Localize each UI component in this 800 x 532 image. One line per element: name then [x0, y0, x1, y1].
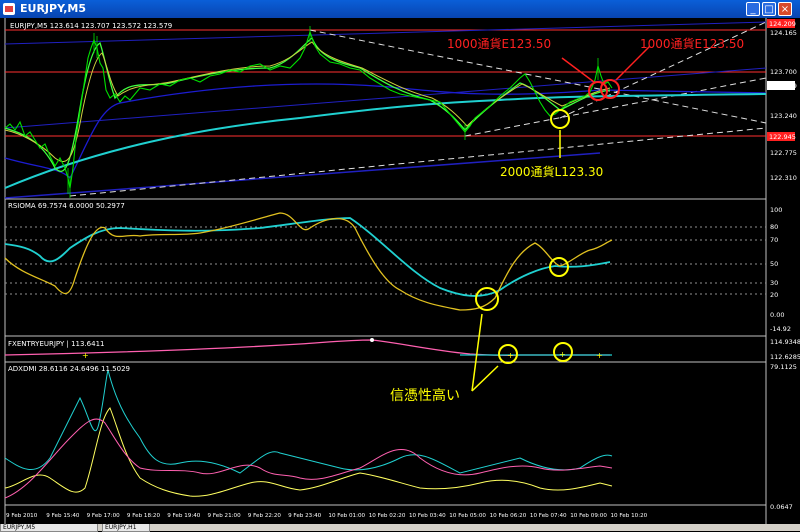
- price-axis-label: 122.310: [770, 174, 797, 182]
- fxentry-axis-label: 114.9348: [770, 338, 800, 346]
- adx-minus-di: [4, 407, 613, 497]
- maximize-button[interactable]: □: [762, 2, 776, 16]
- rsioma-axis-label: 50: [770, 260, 778, 268]
- rsioma-axis-label: 30: [770, 279, 778, 287]
- arrow-sell-1: [561, 57, 595, 83]
- time-axis: 9 Feb 2010 9 Feb 15:40 9 Feb 17:00 9 Feb 18…: [6, 513, 648, 519]
- rsioma-axis-label: 100: [770, 206, 782, 214]
- note-arrow-1: [471, 365, 499, 392]
- time-axis-label: 9 Feb 23:40: [288, 513, 322, 519]
- time-axis-label: 9 Feb 19:40: [167, 513, 201, 519]
- adx-axis: 79.1125 0.0647: [770, 363, 797, 511]
- rsioma-axis: 100 80 70 50 30 20 0.00 -14.92: [770, 206, 791, 333]
- arrow-sell-2: [615, 45, 651, 81]
- fxentry-axis-label: 112.6285: [770, 353, 800, 361]
- channel-mid: [4, 67, 767, 129]
- ma-green: [4, 36, 611, 172]
- time-axis-label: 10 Feb 05:00: [449, 513, 486, 519]
- rsioma-axis-label: 70: [770, 236, 778, 244]
- rsioma-axis-label: 80: [770, 223, 778, 231]
- time-axis-label: 9 Feb 18:20: [127, 513, 161, 519]
- reliability-note: 信憑性高い: [390, 387, 460, 404]
- rsioma-axis-label: 0.00: [770, 311, 784, 319]
- chart-area[interactable]: EURJPY,M5 123.614 123.707 123.572 123.57…: [0, 18, 800, 524]
- time-axis-label: 9 Feb 15:40: [46, 513, 80, 519]
- price-axis-label: 123.240: [770, 112, 797, 120]
- note-arrow-2: [471, 313, 483, 392]
- rsioma-info: RSIOMA 69.7574 6.0000 50.2977: [8, 202, 125, 210]
- adx-axis-label: 0.0647: [770, 503, 793, 511]
- rsioma-axis-label: 20: [770, 291, 778, 299]
- time-axis-label: 9 Feb 2010: [6, 513, 38, 519]
- main-info: EURJPY,M5 123.614 123.707 123.572 123.57…: [10, 22, 172, 30]
- adx-panel: ADXDMI 28.6116 24.6496 11.5029 79.1125 0.…: [4, 363, 797, 511]
- adx-axis-label: 79.1125: [770, 363, 797, 371]
- minimize-button[interactable]: _: [746, 2, 760, 16]
- time-axis-label: 9 Feb 22:20: [248, 513, 282, 519]
- rsioma-axis-label: -14.92: [770, 325, 791, 333]
- high-price-tag-label: 124.209: [769, 20, 796, 28]
- price-panel: EURJPY,M5 123.614 123.707 123.572 123.57…: [4, 19, 797, 199]
- time-axis-label: 10 Feb 03:40: [409, 513, 446, 519]
- bottom-tab-bar: EURJPY,M5 EURJPY,H1: [0, 524, 800, 532]
- trendline-long: [69, 127, 767, 197]
- annotation-sell-2: 1000通貨E123.50: [640, 36, 744, 51]
- price-axis-label: 122.775: [770, 149, 797, 157]
- price-axis-label: 123.700: [770, 68, 797, 76]
- svg-text:+: +: [559, 350, 566, 359]
- rsioma-panel: RSIOMA 69.7574 6.0000 50.2977 100 80 70 50 3…: [4, 202, 791, 333]
- trendline-up-1: [464, 77, 767, 137]
- annotation-buy: 2000通貨L123.30: [500, 164, 603, 179]
- annotation-sell-1: 1000通貨E123.50: [447, 36, 551, 51]
- fxentry-axis: 114.9348 112.6285: [770, 338, 800, 361]
- time-axis-label: 10 Feb 06:20: [490, 513, 527, 519]
- time-axis-label: 9 Feb 17:00: [87, 513, 121, 519]
- current-price-tag: [767, 81, 795, 90]
- ma-cyan: [4, 93, 767, 189]
- time-axis-label: 10 Feb 09:00: [570, 513, 607, 519]
- time-axis-label: 10 Feb 07:40: [530, 513, 567, 519]
- fxentry-panel: + + + + FXENTRYEURJPY | 113.6411 114.934…: [4, 338, 800, 364]
- window-titlebar: EURJPY,M5 _ □ ×: [0, 0, 800, 18]
- time-axis-label: 10 Feb 02:20: [369, 513, 406, 519]
- fxentry-info: FXENTRYEURJPY | 113.6411: [8, 340, 104, 348]
- low-price-tag-label: 122.945: [769, 133, 796, 141]
- ma-olive: [4, 41, 611, 163]
- chart-window-icon: [3, 3, 15, 15]
- svg-text:+: +: [82, 351, 89, 360]
- time-axis-label: 10 Feb 01:00: [328, 513, 365, 519]
- price-axis: 124.165123.700123.579123.240122.775122.3…: [770, 29, 797, 182]
- svg-text:+: +: [596, 351, 603, 360]
- close-button[interactable]: ×: [778, 2, 792, 16]
- adx-plus-di: [4, 369, 613, 474]
- rsioma-line: [4, 212, 613, 311]
- price-axis-label: 124.165: [770, 29, 797, 37]
- time-axis-label: 9 Feb 21:00: [208, 513, 242, 519]
- svg-text:+: +: [507, 351, 514, 360]
- window-title: EURJPY,M5: [20, 2, 86, 15]
- time-axis-label: 10 Feb 10:20: [611, 513, 648, 519]
- adx-info: ADXDMI 28.6116 24.6496 11.5029: [8, 365, 130, 373]
